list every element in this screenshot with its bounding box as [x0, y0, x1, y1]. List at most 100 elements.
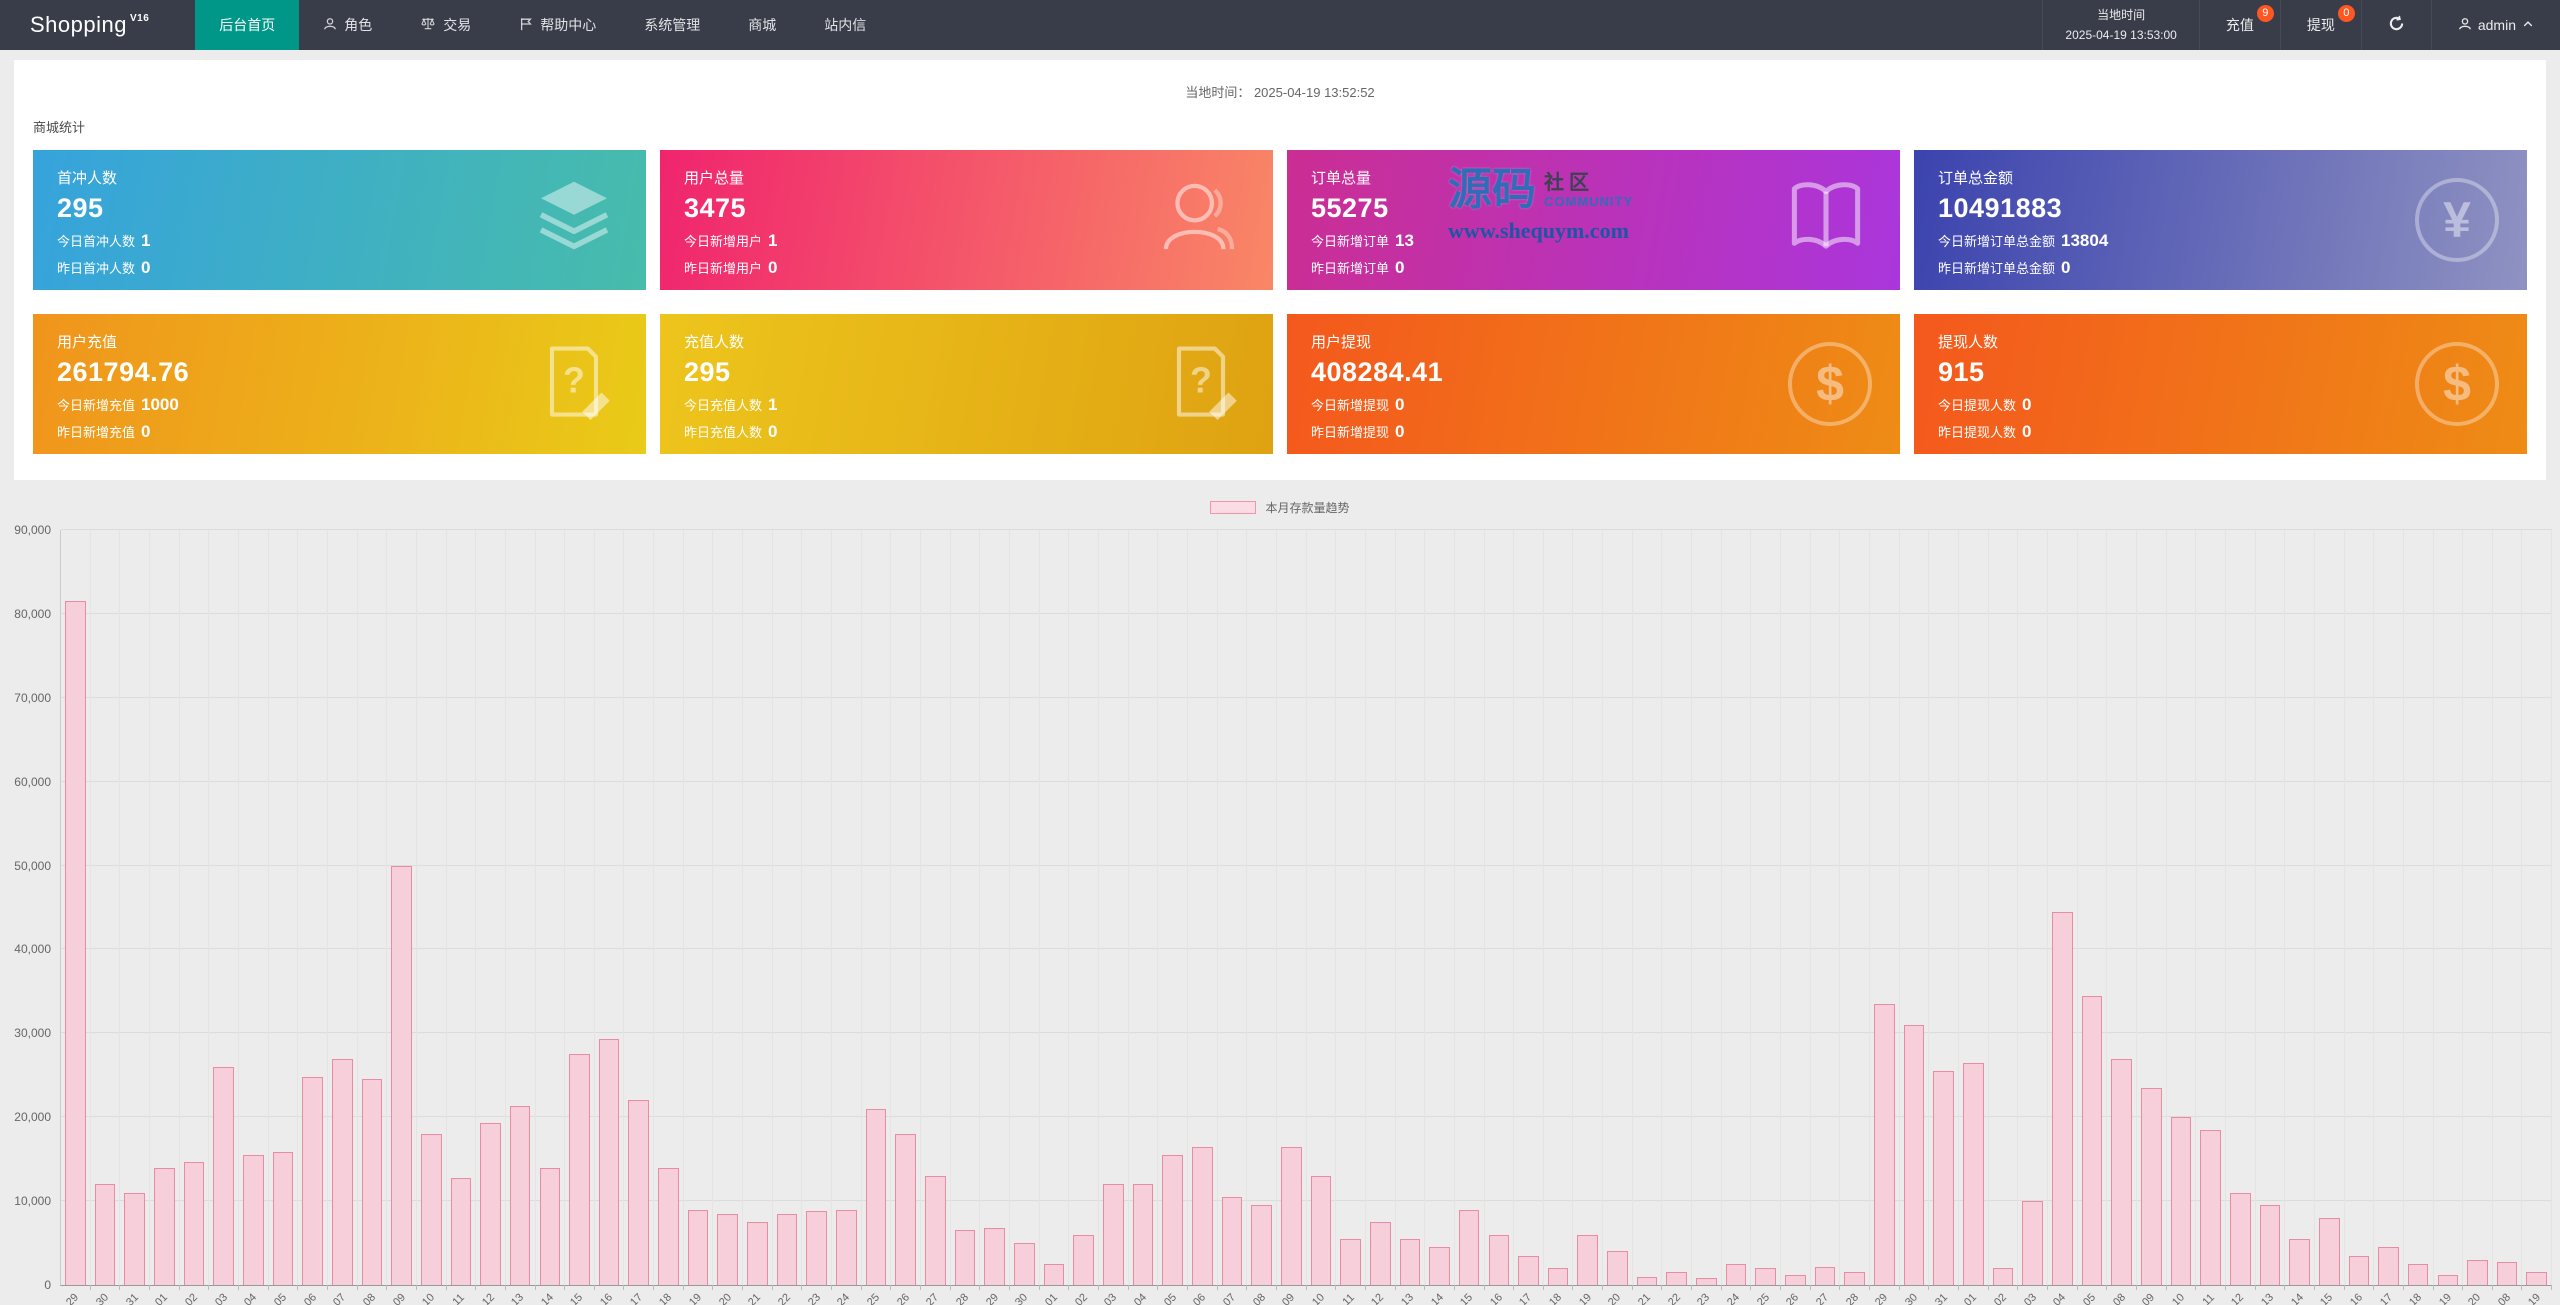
- bar[interactable]: [1192, 1147, 1213, 1285]
- bar[interactable]: [2349, 1256, 2370, 1285]
- bar[interactable]: [184, 1162, 205, 1285]
- bar[interactable]: [391, 866, 412, 1285]
- bar[interactable]: [2082, 996, 2103, 1285]
- bar[interactable]: [2526, 1272, 2547, 1285]
- refresh-button[interactable]: [2361, 0, 2431, 50]
- bar[interactable]: [421, 1134, 442, 1285]
- recharge-button[interactable]: 充值 9: [2199, 0, 2280, 50]
- bar[interactable]: [2200, 1130, 2221, 1285]
- bar[interactable]: [2438, 1275, 2459, 1285]
- bar[interactable]: [599, 1039, 620, 1285]
- bar[interactable]: [2260, 1205, 2281, 1285]
- bar[interactable]: [1696, 1278, 1717, 1285]
- bar[interactable]: [984, 1228, 1005, 1285]
- bar[interactable]: [925, 1176, 946, 1285]
- bar[interactable]: [2378, 1247, 2399, 1285]
- bar[interactable]: [1518, 1256, 1539, 1285]
- bar[interactable]: [154, 1168, 175, 1285]
- bar[interactable]: [65, 601, 86, 1285]
- menu-item-mall[interactable]: 商城: [724, 0, 800, 50]
- bar[interactable]: [2052, 912, 2073, 1285]
- bar[interactable]: [955, 1230, 976, 1285]
- bar[interactable]: [569, 1054, 590, 1285]
- bar[interactable]: [510, 1106, 531, 1285]
- chart-column: 17: [624, 530, 654, 1285]
- bar[interactable]: [658, 1168, 679, 1285]
- bar[interactable]: [688, 1210, 709, 1286]
- menu-item-system[interactable]: 系统管理: [620, 0, 724, 50]
- bar[interactable]: [1666, 1272, 1687, 1285]
- bar[interactable]: [1607, 1251, 1628, 1285]
- bar[interactable]: [1548, 1268, 1569, 1285]
- brand-logo[interactable]: Shopping V16: [0, 0, 195, 50]
- bar[interactable]: [2497, 1262, 2518, 1285]
- chart-legend[interactable]: 本月存款量趋势: [0, 498, 2560, 516]
- bar[interactable]: [1073, 1235, 1094, 1285]
- menu-item-help-center[interactable]: 帮助中心: [495, 0, 620, 50]
- bar[interactable]: [1400, 1239, 1421, 1285]
- menu-item-roles[interactable]: 角色: [299, 0, 396, 50]
- chart-column: 12: [476, 530, 506, 1285]
- menu-item-messages[interactable]: 站内信: [800, 0, 890, 50]
- bar[interactable]: [866, 1109, 887, 1285]
- bar[interactable]: [1014, 1243, 1035, 1285]
- bar[interactable]: [2171, 1117, 2192, 1285]
- bar[interactable]: [2289, 1239, 2310, 1285]
- bar[interactable]: [213, 1067, 234, 1285]
- bar[interactable]: [540, 1168, 561, 1285]
- withdraw-button[interactable]: 提现 0: [2280, 0, 2361, 50]
- bar[interactable]: [2141, 1088, 2162, 1285]
- bar[interactable]: [362, 1079, 383, 1285]
- bar[interactable]: [2319, 1218, 2340, 1285]
- bar[interactable]: [95, 1184, 116, 1285]
- bar[interactable]: [1044, 1264, 1065, 1285]
- bar[interactable]: [2467, 1260, 2488, 1285]
- bar[interactable]: [1133, 1184, 1154, 1285]
- bar[interactable]: [717, 1214, 738, 1285]
- bar[interactable]: [1637, 1277, 1658, 1285]
- bar[interactable]: [806, 1211, 827, 1285]
- bar[interactable]: [1815, 1267, 1836, 1285]
- bar[interactable]: [1459, 1210, 1480, 1286]
- bar[interactable]: [1251, 1205, 1272, 1285]
- bar[interactable]: [895, 1134, 916, 1285]
- bar[interactable]: [1874, 1004, 1895, 1285]
- bar[interactable]: [1162, 1155, 1183, 1285]
- bar[interactable]: [1785, 1275, 1806, 1285]
- bar[interactable]: [273, 1152, 294, 1285]
- bar[interactable]: [451, 1178, 472, 1285]
- bar[interactable]: [1726, 1264, 1747, 1285]
- bar[interactable]: [480, 1123, 501, 1285]
- person-icon: [323, 17, 337, 34]
- bar[interactable]: [1103, 1184, 1124, 1285]
- menu-item-dashboard[interactable]: 后台首页: [195, 0, 299, 50]
- bar[interactable]: [1370, 1222, 1391, 1285]
- bar[interactable]: [302, 1077, 323, 1285]
- bar[interactable]: [1281, 1147, 1302, 1285]
- bar[interactable]: [1844, 1272, 1865, 1285]
- bar[interactable]: [777, 1214, 798, 1285]
- bar[interactable]: [1429, 1247, 1450, 1285]
- bar[interactable]: [2022, 1201, 2043, 1285]
- bar[interactable]: [1340, 1239, 1361, 1285]
- user-menu[interactable]: admin: [2431, 0, 2560, 50]
- bar[interactable]: [1963, 1063, 1984, 1285]
- bar[interactable]: [1755, 1268, 1776, 1285]
- menu-item-transactions[interactable]: 交易: [396, 0, 495, 50]
- bar[interactable]: [1489, 1235, 1510, 1285]
- bar[interactable]: [1933, 1071, 1954, 1285]
- bar[interactable]: [1311, 1176, 1332, 1285]
- bar[interactable]: [1993, 1268, 2014, 1285]
- bar[interactable]: [332, 1059, 353, 1285]
- bar[interactable]: [1222, 1197, 1243, 1285]
- bar[interactable]: [2408, 1264, 2429, 1285]
- bar[interactable]: [747, 1222, 768, 1285]
- bar[interactable]: [243, 1155, 264, 1285]
- bar[interactable]: [628, 1100, 649, 1285]
- bar[interactable]: [836, 1210, 857, 1286]
- bar[interactable]: [1577, 1235, 1598, 1285]
- bar[interactable]: [124, 1193, 145, 1285]
- bar[interactable]: [2111, 1059, 2132, 1286]
- bar[interactable]: [2230, 1193, 2251, 1285]
- bar[interactable]: [1904, 1025, 1925, 1285]
